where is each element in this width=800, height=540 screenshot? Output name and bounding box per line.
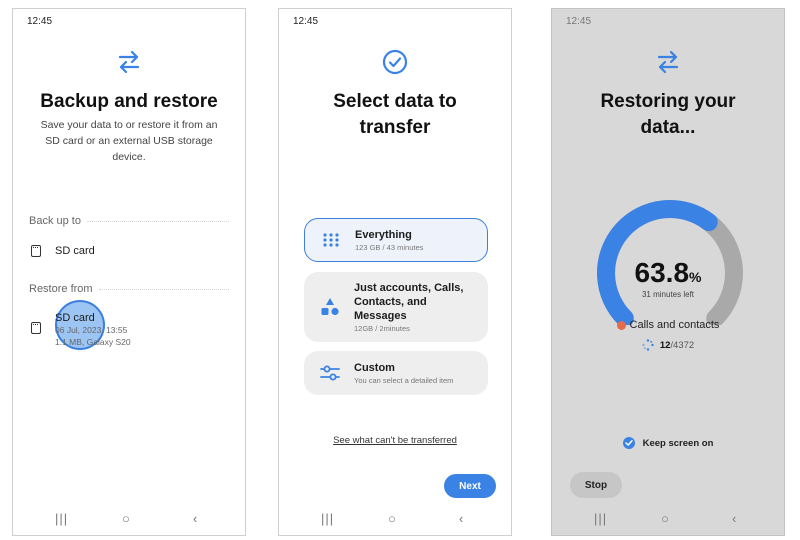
option-name-line-1: Just accounts, Calls, [354, 282, 464, 294]
restore-item-name: SD card [55, 312, 95, 324]
backup-sd-card-item[interactable]: SD card [31, 245, 95, 257]
category-label: Calls and contacts [629, 319, 720, 331]
page-title-line-1: Select data to [333, 91, 457, 112]
status-time: 12:45 [566, 16, 592, 27]
progress-percent: 63.8% [552, 257, 784, 289]
home-button[interactable]: ○ [122, 511, 130, 526]
back-button[interactable]: ‹ [732, 511, 736, 526]
back-button[interactable]: ‹ [459, 511, 463, 526]
status-time: 12:45 [27, 16, 53, 27]
recent-apps-button[interactable]: ||| [321, 511, 334, 526]
percent-unit: % [689, 269, 702, 285]
cannot-transfer-link[interactable]: See what can't be transferred [279, 435, 511, 446]
sd-card-icon [31, 322, 41, 334]
sd-card-icon [31, 245, 41, 257]
backup-restore-screen: 12:45 Backup and restore Save your data … [12, 8, 246, 536]
status-time: 12:45 [293, 16, 319, 27]
shapes-icon [318, 297, 342, 317]
restore-section-header: Restore from [29, 283, 229, 295]
stop-button[interactable]: Stop [570, 472, 622, 498]
option-custom[interactable]: Custom You can select a detailed item [304, 351, 488, 395]
page-title-line-2: data... [640, 117, 696, 138]
restore-sd-card-item[interactable]: SD card 06 Jul, 2023, 13:55 1.1 MB, Gala… [31, 312, 131, 348]
back-button[interactable]: ‹ [193, 511, 197, 526]
time-remaining: 31 minutes left [641, 290, 695, 299]
option-name: Custom [354, 362, 395, 374]
loading-spinner-icon [642, 339, 654, 351]
grid-dots-icon [319, 233, 343, 247]
keep-screen-on-label: Keep screen on [642, 437, 714, 449]
next-button[interactable]: Next [444, 474, 496, 498]
option-name: Everything [355, 229, 412, 241]
option-name-line-3: Messages [354, 310, 407, 322]
navigation-bar: ||| ○ ‹ [279, 511, 511, 529]
backup-section-label: Back up to [29, 215, 81, 227]
backup-section-header: Back up to [29, 215, 229, 227]
sliders-icon [318, 365, 342, 381]
current-category: Calls and contacts [552, 319, 784, 331]
keep-screen-on-toggle[interactable]: Keep screen on [552, 437, 784, 449]
home-button[interactable]: ○ [388, 511, 396, 526]
percent-value: 63.8 [634, 257, 690, 288]
count-done: 12 [659, 339, 671, 351]
restore-section-label: Restore from [29, 283, 93, 295]
page-title-line-1: Restoring your [600, 91, 736, 112]
transfer-arrows-icon [13, 49, 245, 80]
transfer-arrows-icon [552, 49, 784, 80]
restoring-screen: 12:45 Restoring your data... 63.8% 31 mi… [551, 8, 785, 536]
option-description: You can select a detailed item [354, 376, 454, 385]
option-everything[interactable]: Everything 123 GB / 43 minutes [304, 218, 488, 262]
option-size: 12GB / 2minutes [354, 324, 410, 333]
recent-apps-button[interactable]: ||| [55, 511, 68, 526]
navigation-bar: ||| ○ ‹ [552, 511, 784, 529]
navigation-bar: ||| ○ ‹ [13, 511, 245, 529]
restore-item-details: 1.1 MB, Galaxy S20 [55, 337, 131, 347]
home-button[interactable]: ○ [661, 511, 669, 526]
restore-item-date: 06 Jul, 2023, 13:55 [55, 325, 128, 335]
select-data-screen: 12:45 Select data to transfer Everything… [278, 8, 512, 536]
checkbox-checked-icon[interactable] [622, 437, 635, 449]
page-description: Save your data to or restore it from an … [40, 119, 218, 163]
count-total: /4372 [670, 339, 695, 351]
page-title-line-2: transfer [359, 117, 431, 138]
contacts-icon [616, 320, 626, 330]
check-circle-icon [279, 49, 511, 80]
option-size: 123 GB / 43 minutes [355, 243, 424, 252]
page-title: Backup and restore [40, 91, 218, 112]
backup-item-label: SD card [55, 245, 95, 257]
item-counter: 12/4372 [552, 339, 784, 351]
option-name-line-2: Contacts, and [354, 296, 427, 308]
recent-apps-button[interactable]: ||| [594, 511, 607, 526]
option-accounts-calls-contacts-messages[interactable]: Just accounts, Calls, Contacts, and Mess… [304, 272, 488, 342]
